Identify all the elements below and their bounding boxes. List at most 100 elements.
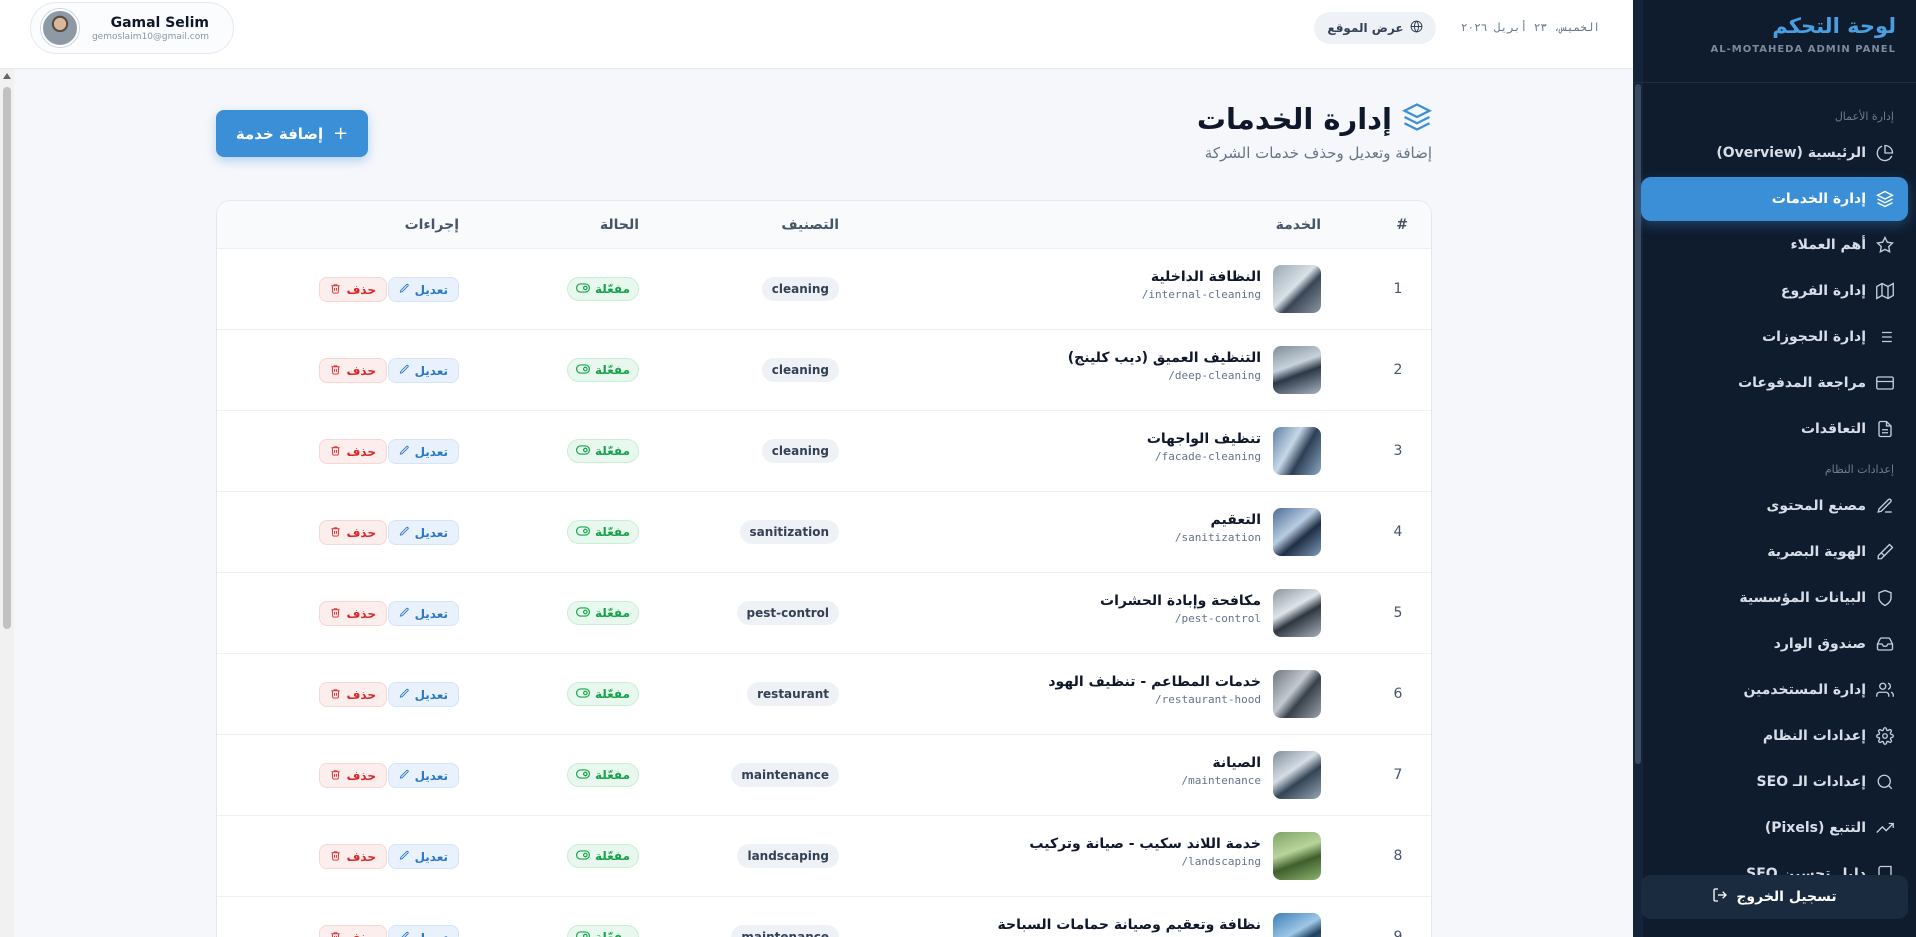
status-label: مفعّلة bbox=[594, 606, 630, 620]
layers-icon bbox=[1876, 190, 1894, 208]
sidebar-item-credit-card[interactable]: مراجعة المدفوعات bbox=[1641, 361, 1908, 405]
edit-button[interactable]: تعديل bbox=[387, 925, 459, 937]
status-badge[interactable]: مفعّلة bbox=[566, 439, 639, 463]
service-thumbnail bbox=[1273, 913, 1321, 937]
status-badge[interactable]: مفعّلة bbox=[566, 358, 639, 382]
service-thumbnail bbox=[1273, 589, 1321, 637]
status-badge[interactable]: مفعّلة bbox=[566, 520, 639, 544]
avatar bbox=[41, 9, 79, 47]
status-badge[interactable]: مفعّلة bbox=[566, 277, 639, 301]
status-badge[interactable]: مفعّلة bbox=[566, 925, 639, 937]
category-badge: cleaning bbox=[761, 439, 839, 463]
edit-button[interactable]: تعديل bbox=[387, 520, 459, 545]
status-badge[interactable]: مفعّلة bbox=[566, 682, 639, 706]
pen-icon bbox=[1876, 497, 1894, 515]
row-number: 1 bbox=[1393, 281, 1403, 297]
sidebar-item-pie-chart[interactable]: الرئيسية (Overview) bbox=[1641, 131, 1908, 175]
user-menu[interactable]: Gamal Selim gemoslaim10@gmail.com bbox=[30, 2, 234, 54]
delete-button[interactable]: حذف bbox=[319, 925, 387, 937]
service-name: الصيانة bbox=[1212, 755, 1261, 771]
toggle-on-icon bbox=[575, 849, 590, 864]
edit-button[interactable]: تعديل bbox=[387, 682, 459, 707]
sidebar-item-star[interactable]: أهم العملاء bbox=[1641, 223, 1908, 267]
edit-button[interactable]: تعديل bbox=[387, 601, 459, 626]
page-scrollbar[interactable] bbox=[0, 69, 14, 937]
column-header-status: الحالة bbox=[599, 217, 639, 233]
sidebar-item-users[interactable]: إدارة المستخدمين bbox=[1641, 668, 1908, 712]
trash-icon bbox=[330, 364, 341, 378]
status-badge[interactable]: مفعّلة bbox=[566, 763, 639, 787]
status-label: مفعّلة bbox=[594, 363, 630, 377]
sidebar-item-trending-up[interactable]: التتبع (Pixels) bbox=[1641, 806, 1908, 850]
sidebar-item-shield[interactable]: البيانات المؤسسية bbox=[1641, 576, 1908, 620]
service-slug: /restaurant-hood bbox=[1155, 693, 1261, 706]
delete-button[interactable]: حذف bbox=[319, 439, 387, 464]
pencil-icon bbox=[399, 688, 410, 702]
globe-icon bbox=[1410, 20, 1423, 36]
table-row: 5 مكافحة وإبادة الحشرات/pest-control pest-… bbox=[217, 573, 1431, 654]
toggle-on-icon bbox=[575, 282, 590, 297]
brand-subtitle: AL-MOTAHEDA ADMIN PANEL bbox=[1710, 44, 1896, 55]
delete-button[interactable]: حذف bbox=[319, 520, 387, 545]
add-service-button[interactable]: + إضافة خدمة bbox=[216, 110, 368, 157]
sidebar-item-search[interactable]: إعدادات الـ SEO bbox=[1641, 760, 1908, 804]
status-badge[interactable]: مفعّلة bbox=[566, 844, 639, 868]
sidebar-item-label: إدارة المستخدمين bbox=[1743, 682, 1866, 698]
sidebar-item-gear[interactable]: إعدادات النظام bbox=[1641, 714, 1908, 758]
sidebar-item-layers[interactable]: إدارة الخدمات bbox=[1641, 177, 1908, 221]
page-scroll-thumb[interactable] bbox=[3, 87, 11, 629]
row-number: 9 bbox=[1393, 929, 1403, 937]
map-icon bbox=[1876, 282, 1894, 300]
sidebar-item-pen[interactable]: مصنع المحتوى bbox=[1641, 484, 1908, 528]
delete-button[interactable]: حذف bbox=[319, 844, 387, 869]
page-title: إدارة الخدمات bbox=[1196, 102, 1392, 136]
status-label: مفعّلة bbox=[594, 768, 630, 782]
column-header-category: التصنيف bbox=[781, 217, 839, 233]
sidebar-section-label: إدارة الأعمال bbox=[1834, 110, 1894, 123]
delete-button[interactable]: حذف bbox=[319, 358, 387, 383]
column-header-service: الخدمة bbox=[1275, 217, 1321, 233]
scroll-up-arrow-icon[interactable] bbox=[3, 73, 11, 79]
delete-button[interactable]: حذف bbox=[319, 682, 387, 707]
table-row: 9 نظافة وتعقيم وصيانة حمامات السباحة maint… bbox=[217, 897, 1431, 937]
edit-button[interactable]: تعديل bbox=[387, 763, 459, 788]
sidebar-item-file-text[interactable]: التعاقدات bbox=[1641, 407, 1908, 451]
user-name: Gamal Selim bbox=[110, 14, 209, 31]
sidebar-item-book[interactable]: دليل تحسين SEO bbox=[1641, 852, 1908, 876]
category-badge: landscaping bbox=[737, 844, 839, 868]
toggle-on-icon bbox=[575, 525, 590, 540]
sidebar-item-label: إعدادات الـ SEO bbox=[1756, 774, 1866, 790]
brush-icon bbox=[1876, 543, 1894, 561]
sidebar-item-brush[interactable]: الهوية البصرية bbox=[1641, 530, 1908, 574]
edit-button[interactable]: تعديل bbox=[387, 844, 459, 869]
service-info: مكافحة وإبادة الحشرات/pest-control bbox=[1100, 593, 1261, 625]
service-name: التنظيف العميق (ديب كلينج) bbox=[1067, 350, 1261, 366]
service-name: النظافة الداخلية bbox=[1150, 269, 1261, 285]
edit-label: تعديل bbox=[414, 606, 448, 621]
service-info: خدمات المطاعم - تنظيف الهود/restaurant-h… bbox=[1048, 674, 1261, 706]
edit-button[interactable]: تعديل bbox=[387, 277, 459, 302]
status-badge[interactable]: مفعّلة bbox=[566, 601, 639, 625]
edit-label: تعديل bbox=[414, 444, 448, 459]
sidebar-item-label: مراجعة المدفوعات bbox=[1738, 375, 1866, 391]
sidebar-item-list[interactable]: إدارة الحجوزات bbox=[1641, 315, 1908, 359]
sidebar-nav: إدارة الأعمال الرئيسية (Overview) إدارة ال… bbox=[1633, 96, 1916, 876]
view-site-button[interactable]: عرض الموقع bbox=[1314, 12, 1436, 44]
sidebar-item-inbox[interactable]: صندوق الوارد bbox=[1641, 622, 1908, 666]
service-name: خدمات المطاعم - تنظيف الهود bbox=[1048, 674, 1261, 690]
category-badge: pest-control bbox=[736, 601, 839, 625]
logout-button[interactable]: تسجيل الخروج bbox=[1641, 875, 1908, 919]
toggle-on-icon bbox=[575, 444, 590, 459]
delete-button[interactable]: حذف bbox=[319, 601, 387, 626]
service-name: تنظيف الواجهات bbox=[1146, 431, 1261, 447]
sidebar-item-map[interactable]: إدارة الفروع bbox=[1641, 269, 1908, 313]
edit-button[interactable]: تعديل bbox=[387, 439, 459, 464]
delete-button[interactable]: حذف bbox=[319, 277, 387, 302]
service-name: التعقيم bbox=[1210, 512, 1261, 528]
sidebar-item-label: الهوية البصرية bbox=[1767, 544, 1866, 560]
delete-button[interactable]: حذف bbox=[319, 763, 387, 788]
brand-title: لوحة التحكم bbox=[1772, 14, 1896, 38]
edit-button[interactable]: تعديل bbox=[387, 358, 459, 383]
delete-label: حذف bbox=[346, 282, 376, 297]
pencil-icon bbox=[399, 850, 410, 864]
